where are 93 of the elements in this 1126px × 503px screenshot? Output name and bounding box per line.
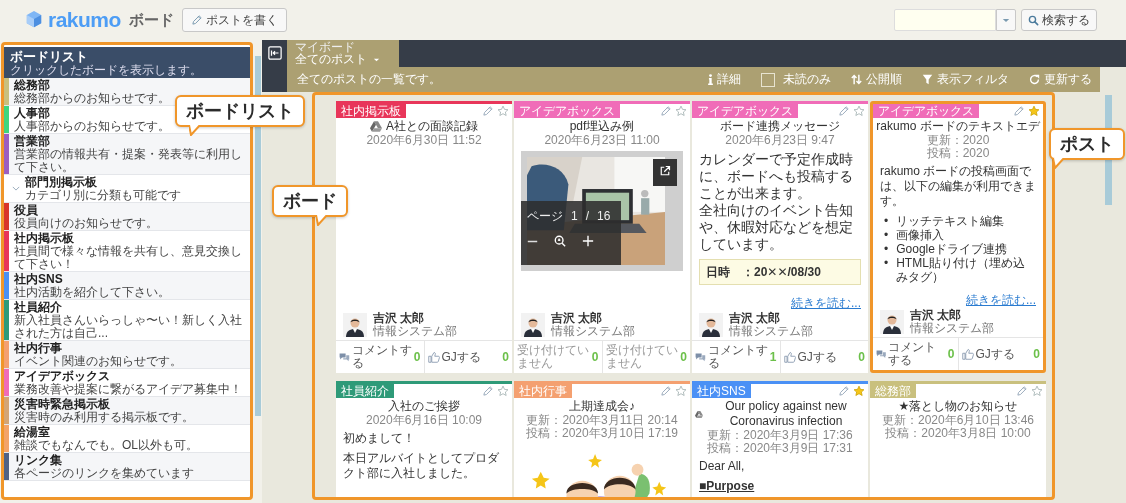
board-description: 新入社員さんいらっしゃ〜い！新しく入社された方は自己...	[14, 314, 243, 340]
note-box: 日時 ：20✕✕/08/30	[699, 259, 861, 285]
app-name: rakumo	[48, 8, 121, 32]
board-tag: アイデアボックス	[692, 104, 798, 118]
author-name: 吉沢 太郎	[551, 312, 604, 325]
callout-tooltip: ポスト	[1049, 128, 1125, 169]
author-department: 情報システム部	[373, 325, 457, 338]
board-description: 業務改善や提案に繋がるアイデア募集中！	[14, 383, 242, 396]
post-text: 全社向けのイベント告知や、休暇対応などを想定しています。	[699, 202, 854, 253]
board-name: 社内行事	[14, 342, 62, 355]
board-tag: 総務部	[870, 384, 916, 398]
board-tag: 社員紹介	[336, 384, 394, 398]
board-name: 役員	[14, 204, 38, 217]
bullet: •	[884, 214, 889, 228]
post-date: 投稿：2020	[925, 147, 991, 160]
author-name: 吉沢 太郎	[729, 312, 782, 325]
board-name: アイデアボックス	[14, 370, 110, 383]
count: 0	[858, 350, 865, 364]
page-separator: /	[585, 209, 590, 223]
board-tag: 社内掲示板	[336, 104, 406, 118]
count: 0	[947, 347, 955, 361]
board-name: 総務部	[14, 79, 50, 92]
post-text: rakumo ボードの投稿画面では、以下の編集が利用できます。	[880, 164, 1036, 209]
post-date: 更新：2020年3月11日 20:14	[525, 414, 679, 427]
author-department: 情報システム部	[551, 325, 635, 338]
bullet: •	[884, 242, 889, 256]
count: 0	[1033, 347, 1040, 361]
author-name: 吉沢 太郎	[910, 309, 963, 322]
board-name: 社内SNS	[14, 273, 63, 286]
board-description: 災害時のみ利用する掲示板です。	[14, 411, 194, 424]
post-date: 更新：2020年6月10日 13:46	[880, 414, 1036, 427]
post-date: 投稿：2020年3月9日 17:31	[706, 442, 854, 455]
post-date: 2020年6月23日 11:00	[543, 134, 661, 147]
page-count: 16	[597, 209, 611, 223]
list-item: HTML貼り付け（埋め込みタグ）	[896, 256, 1026, 284]
list-item: 画像挿入	[896, 228, 945, 242]
board-name: リンク集	[14, 454, 62, 467]
post-text: 本日アルバイトとしてプロダクト部に入社しました。	[343, 451, 500, 481]
board-tag: 社内SNS	[692, 384, 751, 398]
post-date: 2020年6月30日 11:52	[365, 134, 483, 147]
board-description: 雑談でもなんでも。OL以外も可。	[14, 439, 198, 452]
post-date: 投稿：2020年3月10日 17:19	[524, 427, 680, 440]
board-name: 営業部	[14, 135, 50, 148]
bullet: •	[884, 228, 889, 242]
board-name: 社内掲示板	[14, 232, 74, 245]
count: 1	[769, 350, 777, 364]
status-text: 受け付けていません	[517, 344, 590, 370]
board-description: 営業部の情報共有・提案・発表等に利用して下さい。	[14, 148, 243, 174]
author-department: 情報システム部	[910, 322, 994, 335]
author-department: 情報システム部	[729, 325, 813, 338]
board-description: 人事部からのお知らせです。	[14, 120, 170, 133]
post-text: カレンダーで予定作成時に、ボードへも投稿することが出来ます。	[699, 151, 854, 202]
post-text: 初めまして！	[343, 431, 416, 446]
post-heading: ■Purpose	[699, 479, 756, 493]
panel-title: ボードリスト	[10, 50, 89, 64]
board-description: 社員間で様々な情報を共有し、意見交換して下さい！	[14, 245, 243, 271]
board-tag: 社内行事	[514, 384, 572, 398]
board-description: 役員向けのお知らせです。	[14, 217, 158, 230]
post-date: 2020年6月23日 9:47	[724, 134, 836, 147]
board-tag: アイデアボックス	[873, 104, 979, 118]
board-name: 社員紹介	[14, 301, 62, 314]
board-description: カテゴリ別に分類も可能です	[25, 189, 181, 202]
callout-tooltip: ボード	[272, 185, 348, 226]
callout-tooltip: ボードリスト	[175, 95, 305, 136]
author-name: 吉沢 太郎	[373, 312, 426, 325]
list-item: リッチテキスト編集	[896, 214, 1005, 228]
post-text: Dear All,	[699, 459, 746, 474]
count: 0	[591, 350, 599, 364]
post-date: 更新：2020	[925, 134, 991, 147]
section-title: ボード	[128, 10, 174, 30]
board-description: 総務部からのお知らせです。	[14, 92, 170, 105]
panel-subtitle: クリックしたボードを表示します。	[10, 64, 203, 77]
board-description: 各ページのリンクを集めています	[14, 467, 194, 480]
post-date: 更新：2020年3月9日 17:36	[706, 429, 854, 442]
board-name: 人事部	[14, 107, 50, 120]
board-description: 全てのポストの一覧です。	[297, 71, 441, 88]
page-label: ページ	[527, 209, 563, 223]
board-name: 給湯室	[14, 426, 50, 439]
post-date: 投稿：2020年3月8日 10:00	[885, 427, 1032, 440]
board-name: 災害時緊急掲示板	[14, 398, 110, 411]
page-number: 1	[571, 209, 578, 223]
bullet: •	[884, 256, 889, 272]
board-tag: アイデアボックス	[514, 104, 620, 118]
count: 0	[413, 350, 421, 364]
status-text: 受け付けていません	[605, 344, 679, 370]
post-date: 2020年6月16日 10:09	[364, 414, 484, 427]
board-description: 社内活動を紹介して下さい。	[14, 286, 170, 299]
board-description: イベント関連のお知らせです。	[14, 355, 182, 368]
count: 0	[680, 350, 687, 364]
count: 0	[502, 350, 509, 364]
board-name: 部門別掲示板	[25, 176, 97, 189]
tab-caption: マイボード	[295, 41, 356, 53]
list-item: Googleドライブ連携	[896, 242, 1007, 256]
